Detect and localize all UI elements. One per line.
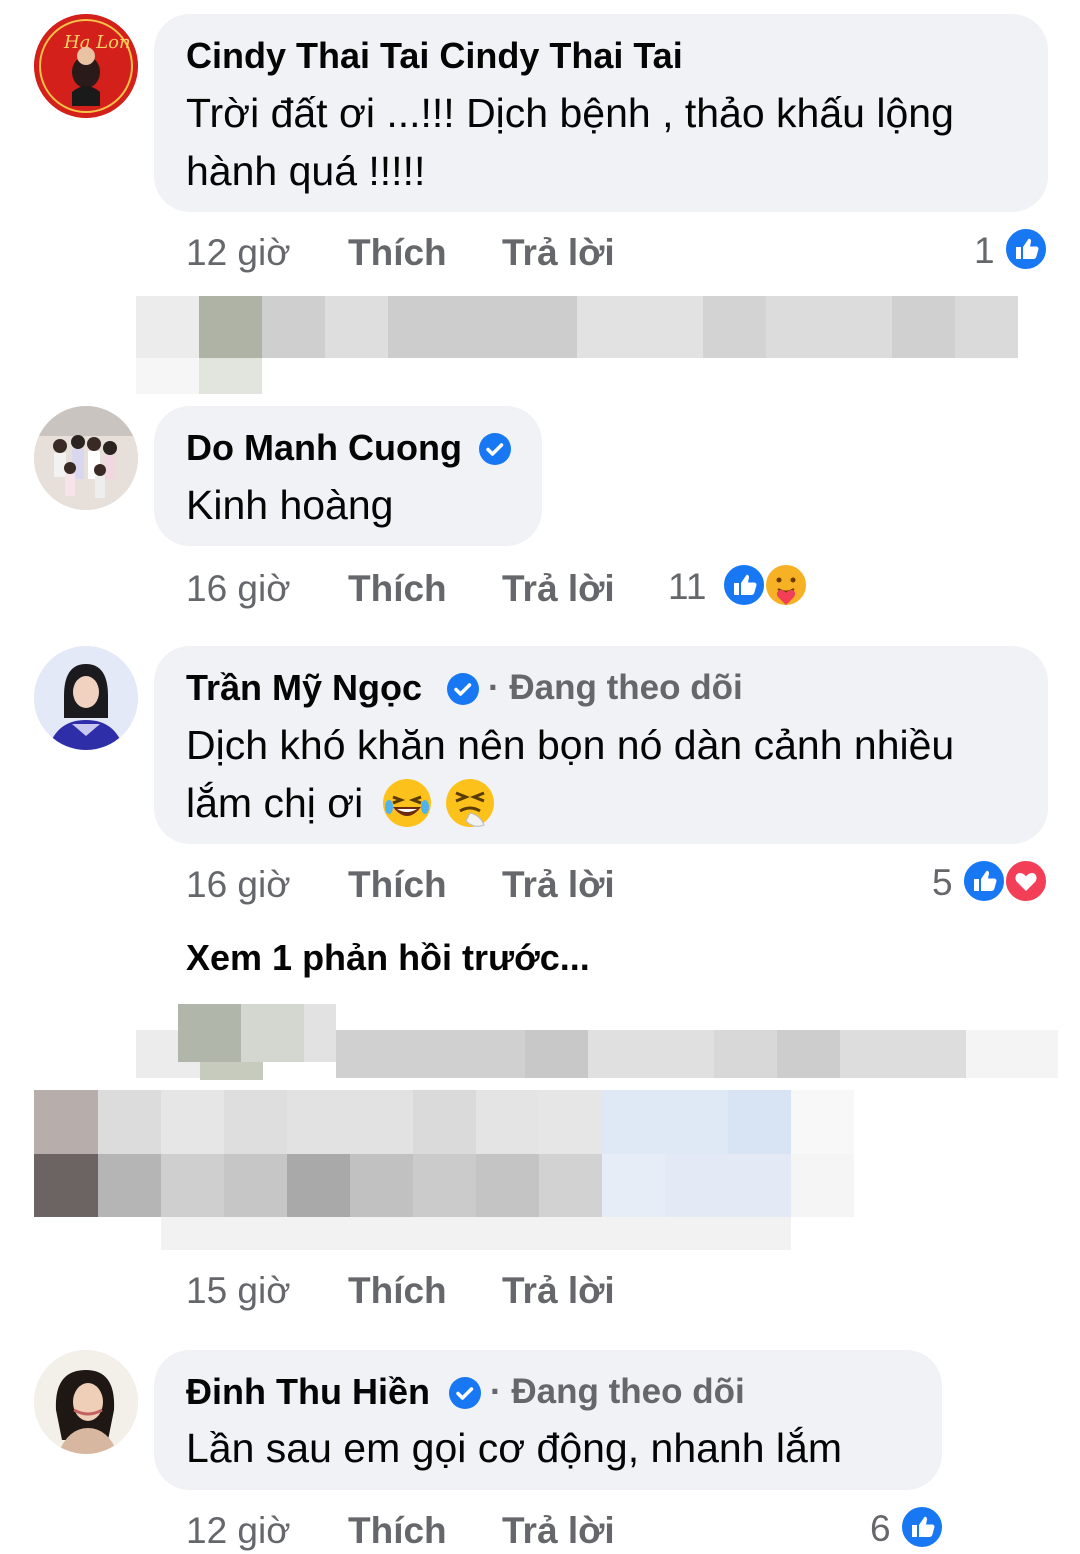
like-button[interactable]: Thích: [348, 568, 447, 610]
like-reaction-icon: [900, 1505, 944, 1549]
verified-badge-icon: [479, 433, 511, 465]
reaction-count[interactable]: 6: [870, 1508, 891, 1550]
reply-button[interactable]: Trả lời: [502, 1510, 615, 1552]
reply-button[interactable]: Trả lời: [502, 232, 615, 274]
avatar-image: [34, 406, 138, 510]
like-button[interactable]: Thích: [348, 1510, 447, 1552]
comment-text: Kinh hoàng: [186, 482, 394, 528]
comment-text: Dịch khó khăn nên bọn nó dàn cảnh nhiều …: [186, 716, 1026, 832]
comment-time[interactable]: 16 giờ: [186, 568, 291, 610]
comment-author[interactable]: Cindy Thai Tai Cindy Thai Tai: [186, 35, 683, 77]
avatar-tran-my-ngoc[interactable]: [34, 646, 138, 750]
avatar-cindy[interactable]: Ha Lon: [34, 14, 138, 118]
comment-author[interactable]: Đinh Thu Hiền: [186, 1371, 430, 1413]
comment-text: Lần sau em gọi cơ động, nhanh lắm: [186, 1425, 842, 1471]
like-reaction-icon: [722, 563, 766, 607]
reply-button[interactable]: Trả lời: [502, 568, 615, 610]
avatar-dinh-thu-hien[interactable]: [34, 1350, 138, 1454]
pixelated-redaction: [136, 296, 1018, 394]
verified-badge-icon: [447, 673, 479, 705]
love-reaction-icon: [1004, 859, 1048, 903]
pixelated-redaction: [136, 1004, 1058, 1080]
like-button[interactable]: Thích: [348, 1270, 447, 1312]
view-previous-replies-link[interactable]: Xem 1 phản hồi trước...: [186, 937, 590, 979]
avatar-do-manh-cuong[interactable]: [34, 406, 138, 510]
reaction-count[interactable]: 11: [668, 566, 706, 608]
reply-button[interactable]: Trả lời: [502, 1270, 615, 1312]
avatar-image: [34, 1350, 138, 1454]
avatar-image: [34, 646, 138, 750]
comment-time[interactable]: 16 giờ: [186, 864, 291, 906]
comment-text: Trời đất ơi ...!!! Dịch bệnh , thảo khấu…: [186, 90, 954, 194]
comment-time[interactable]: 12 giờ: [186, 1510, 291, 1552]
reaction-count[interactable]: 5: [932, 862, 953, 904]
comment-author[interactable]: Trần Mỹ Ngọc: [186, 667, 422, 709]
reaction-count[interactable]: 1: [974, 230, 995, 272]
follow-status[interactable]: · Đang theo dõi: [490, 1372, 745, 1412]
reply-button[interactable]: Trả lời: [502, 864, 615, 906]
care-reaction-icon: [764, 563, 808, 607]
laughing-emoji-icon: [382, 779, 431, 827]
pixelated-redaction: [34, 1090, 854, 1250]
comment-time[interactable]: 12 giờ: [186, 232, 291, 274]
comment-author[interactable]: Do Manh Cuong: [186, 427, 462, 469]
avatar-image: Ha Lon: [34, 14, 138, 118]
like-reaction-icon: [1004, 227, 1048, 271]
sneezing-emoji-icon: [446, 779, 495, 827]
comment-text-content: Dịch khó khăn nên bọn nó dàn cảnh nhiều …: [186, 722, 955, 826]
comment-time[interactable]: 15 giờ: [186, 1270, 291, 1312]
verified-badge-icon: [449, 1377, 481, 1409]
like-button[interactable]: Thích: [348, 864, 447, 906]
svg-text:Ha Lon: Ha Lon: [63, 32, 131, 53]
like-reaction-icon: [962, 859, 1006, 903]
like-button[interactable]: Thích: [348, 232, 447, 274]
follow-status[interactable]: · Đang theo dõi: [488, 668, 743, 708]
